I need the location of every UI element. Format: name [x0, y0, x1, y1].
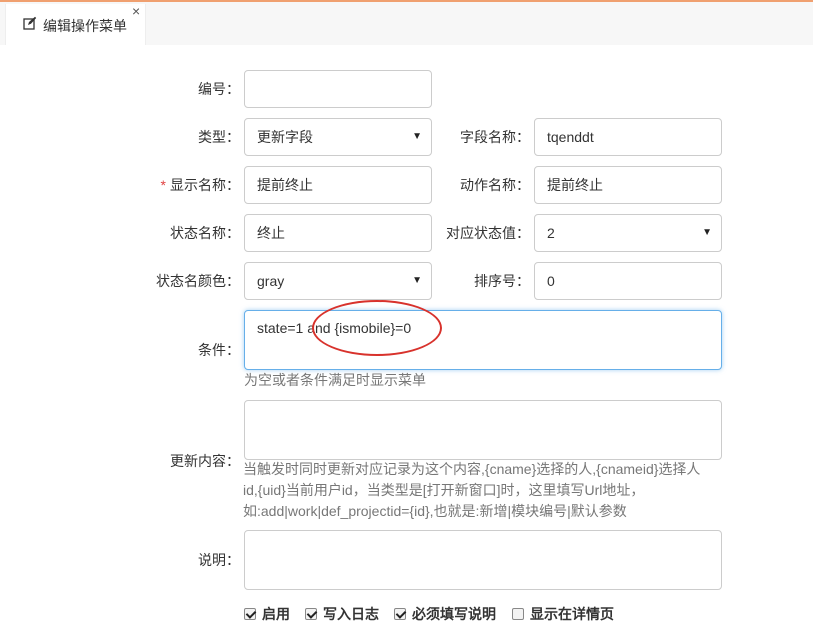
required-mark: *: [160, 177, 166, 193]
number-input[interactable]: [244, 70, 432, 108]
type-label: 类型：: [198, 129, 240, 145]
type-select-value: 更新字段: [257, 129, 313, 145]
annotation-circle: [312, 300, 442, 356]
checkbox-label: 写入日志: [323, 606, 379, 622]
checkbox-label: 必须填写说明: [412, 606, 496, 622]
state-value-label: 对应状态值：: [446, 225, 530, 241]
action-name-input[interactable]: 提前终止: [534, 166, 722, 204]
state-color-select[interactable]: gray ▼: [244, 262, 432, 300]
chevron-down-icon: ▼: [412, 131, 422, 142]
sort-no-input[interactable]: 0: [534, 262, 722, 300]
close-icon[interactable]: ×: [132, 3, 140, 19]
checkbox-write-log[interactable]: 写入日志: [305, 604, 379, 624]
chevron-down-icon: ▼: [702, 227, 712, 238]
field-name-input[interactable]: tqenddt: [534, 118, 722, 156]
update-content-label: 更新内容：: [170, 453, 240, 469]
hint-line: 当触发时同时更新对应记录为这个内容,{cname}选择的人,{cnameid}选…: [243, 461, 701, 477]
state-color-label: 状态名颜色：: [156, 273, 240, 289]
update-content-hint: 当触发时同时更新对应记录为这个内容,{cname}选择的人,{cnameid}选…: [243, 459, 723, 522]
checkbox-require-note[interactable]: 必须填写说明: [394, 604, 496, 624]
type-select[interactable]: 更新字段 ▼: [244, 118, 432, 156]
number-label: 编号：: [198, 81, 240, 97]
checkbox-box[interactable]: [512, 608, 524, 620]
state-value-select[interactable]: 2 ▼: [534, 214, 722, 252]
display-name-label-text: 显示名称：: [170, 177, 240, 193]
state-color-select-value: gray: [257, 273, 285, 289]
tab-edit-menu[interactable]: 编辑操作菜单 ×: [5, 3, 146, 45]
tab-bar: 编辑操作菜单 ×: [0, 2, 813, 45]
checkbox-box[interactable]: [244, 608, 256, 620]
checkbox-show-in-detail[interactable]: 显示在详情页: [512, 604, 614, 624]
update-content-textarea[interactable]: [244, 400, 722, 460]
tab-title: 编辑操作菜单: [43, 18, 127, 34]
sort-no-label: 排序号：: [474, 273, 530, 289]
display-name-input[interactable]: 提前终止: [244, 166, 432, 204]
checkbox-enable[interactable]: 启用: [244, 604, 290, 624]
description-textarea[interactable]: [244, 530, 722, 590]
action-name-label: 动作名称：: [460, 177, 530, 193]
display-name-label: * 显示名称：: [161, 175, 240, 195]
checkbox-label: 启用: [262, 606, 290, 622]
checkbox-box[interactable]: [394, 608, 406, 620]
chevron-down-icon: ▼: [412, 275, 422, 286]
edit-icon: [23, 16, 37, 30]
checkbox-label: 显示在详情页: [530, 606, 614, 622]
hint-line: id,{uid}当前用户id，当类型是[打开新窗口]时，这里填写Url地址，: [243, 482, 645, 498]
condition-hint: 为空或者条件满足时显示菜单: [244, 372, 426, 388]
state-name-input[interactable]: 终止: [244, 214, 432, 252]
field-name-label: 字段名称：: [460, 129, 530, 145]
state-value-select-value: 2: [547, 225, 555, 241]
checkbox-box[interactable]: [305, 608, 317, 620]
state-name-label: 状态名称：: [170, 225, 240, 241]
hint-line: 如:add|work|def_projectid={id},也就是:新增|模块编…: [243, 503, 627, 519]
description-label: 说明：: [198, 552, 240, 568]
condition-label: 条件：: [198, 342, 240, 358]
